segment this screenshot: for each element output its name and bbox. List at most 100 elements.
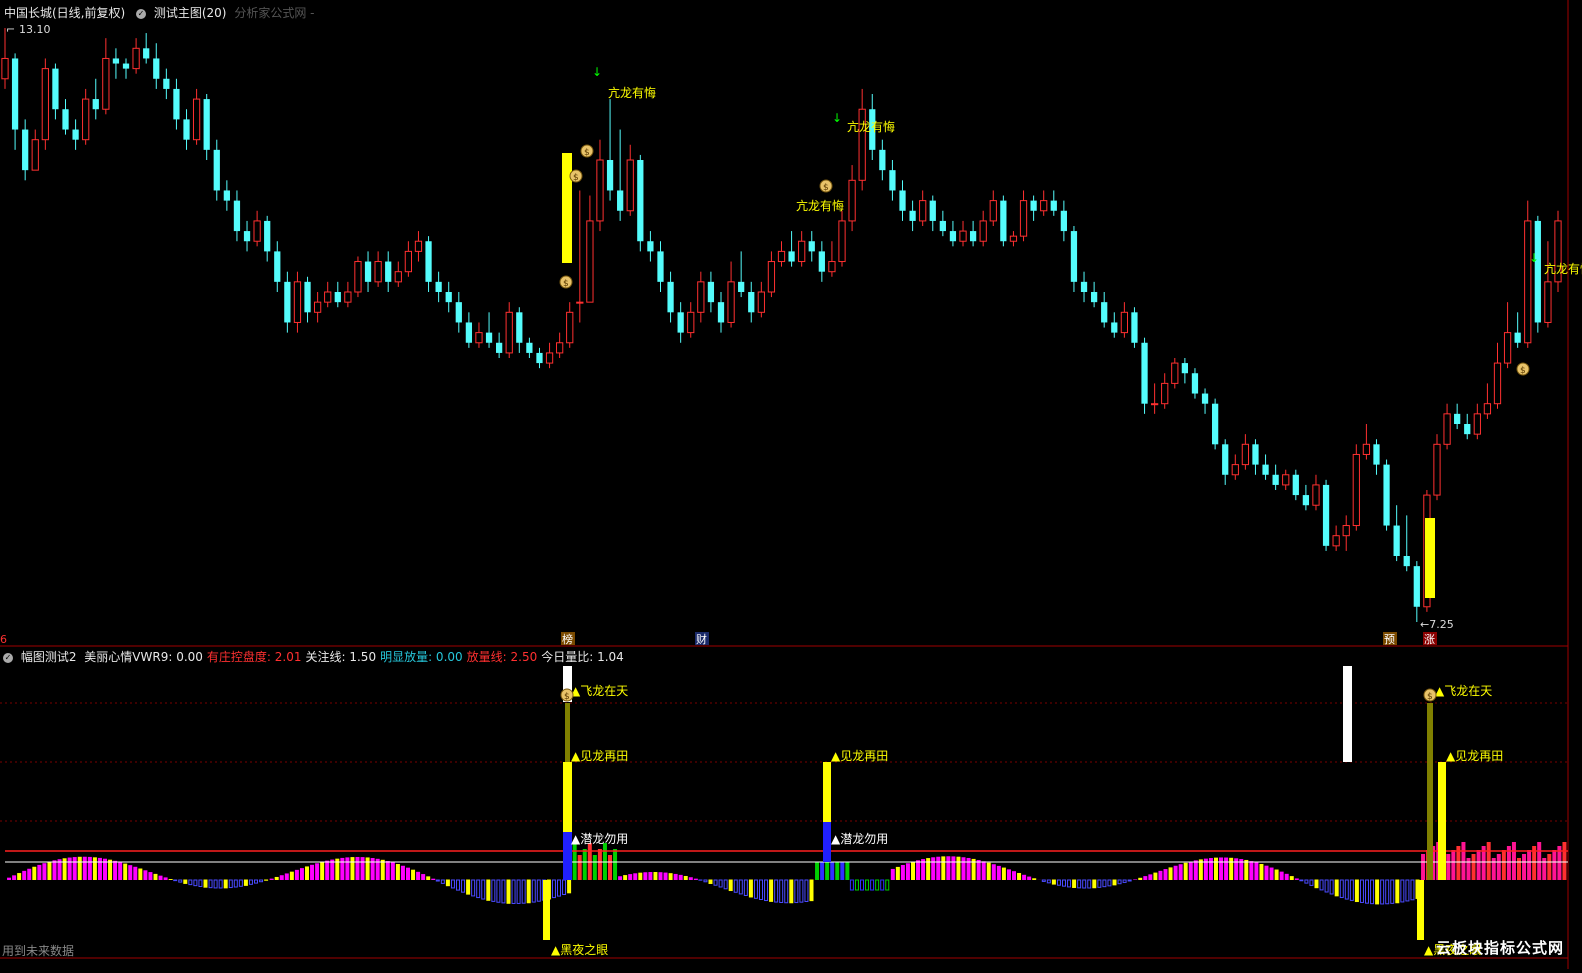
histogram-bar — [199, 880, 202, 886]
candle-body — [1252, 444, 1258, 464]
histogram-bar — [401, 866, 405, 880]
histogram-bar — [477, 880, 480, 898]
histogram-bar — [674, 874, 678, 880]
money-bag-glyph: $ — [573, 173, 579, 183]
candle-body — [990, 201, 996, 221]
histogram-bar — [310, 865, 314, 880]
histogram-bar — [123, 864, 127, 880]
histogram-bar — [527, 880, 530, 903]
candle-body — [1454, 414, 1460, 424]
candle-body — [355, 262, 361, 292]
money-bag-glyph: $ — [563, 279, 569, 289]
candle-body — [224, 190, 230, 200]
candle-body — [1262, 465, 1268, 475]
candle-body — [1444, 414, 1450, 444]
symbol-title[interactable]: 中国长城(日线,前复权) — [4, 6, 125, 20]
low-price-label: ←7.25 — [1420, 618, 1454, 631]
candle-body — [476, 333, 482, 343]
histogram-bar — [653, 872, 657, 880]
candle-body — [93, 99, 99, 109]
histogram-bar — [381, 860, 385, 880]
histogram-bar — [270, 879, 274, 880]
histogram-bar — [305, 866, 309, 880]
histogram-bar — [300, 868, 304, 880]
histogram-bar — [1254, 862, 1258, 880]
histogram-bar — [1088, 880, 1091, 888]
histogram-bar — [517, 880, 520, 903]
candle-body — [103, 58, 109, 109]
candle-body — [133, 48, 139, 68]
candle-body — [1484, 404, 1490, 414]
candle-body — [375, 262, 381, 282]
histogram-bar — [638, 873, 642, 880]
candle-body — [415, 241, 421, 251]
histogram-bar — [179, 880, 182, 882]
highlight-bars — [562, 153, 1435, 598]
sub-header-item: 美丽心情VWR9: 0.00 — [84, 650, 203, 664]
histogram-bar — [659, 872, 663, 880]
histogram-bar — [290, 872, 294, 880]
candle-body — [385, 262, 391, 282]
candle-body — [1343, 526, 1349, 536]
candle-body — [1212, 404, 1218, 445]
histogram-bar — [345, 857, 349, 880]
signal-text-kanglong: 亢龙有悔 — [796, 198, 844, 213]
histogram-bar — [1093, 880, 1096, 888]
candle-body — [425, 241, 431, 282]
histogram-bar — [1295, 878, 1299, 880]
candle-body — [52, 69, 58, 110]
indicator-title[interactable]: 测试主图(20) — [154, 6, 227, 20]
candle-body — [748, 292, 754, 312]
histogram-bar — [552, 880, 555, 898]
candle-series[interactable] — [2, 28, 1561, 622]
histogram-bar — [911, 862, 915, 880]
candle-body — [62, 109, 68, 129]
histogram-bar — [1467, 858, 1471, 880]
histogram-bar — [850, 880, 853, 890]
candle-body — [1141, 343, 1147, 404]
histogram-bar — [709, 880, 712, 883]
settings-icon[interactable]: ✓ — [136, 9, 146, 19]
histogram-bar — [138, 869, 142, 880]
sub-header-item: 关注线: 1.50 — [306, 650, 377, 664]
candle-body — [32, 140, 38, 170]
candle-body — [1504, 333, 1510, 363]
edge-badge: 6 — [0, 633, 7, 646]
histogram-bar — [1007, 869, 1011, 880]
histogram-bar — [1285, 874, 1289, 880]
histogram-bar — [340, 858, 344, 880]
histogram-bar — [1219, 857, 1223, 880]
histogram-bar — [1224, 858, 1228, 880]
signal-text-jianlong: ▲见龙再田 — [571, 749, 628, 763]
histogram-bar — [866, 880, 869, 890]
candle-body — [456, 302, 462, 322]
histogram-bar — [1068, 880, 1071, 887]
histogram-bar — [1537, 842, 1541, 880]
candle-body — [546, 353, 552, 363]
candle-body — [1091, 292, 1097, 302]
histogram-bar — [704, 880, 707, 882]
histogram-bar — [724, 880, 727, 889]
candle-body — [1313, 485, 1319, 505]
candle-body — [234, 201, 240, 231]
candle-body — [1151, 404, 1157, 405]
histogram-bar — [1123, 880, 1126, 882]
histogram-bar — [1174, 866, 1178, 880]
signal-column — [1417, 880, 1424, 940]
sub-indicator-name[interactable]: 幅图测试2 — [21, 650, 77, 664]
histogram-bar — [941, 856, 945, 880]
histogram-bar — [88, 857, 92, 880]
histogram-bar — [431, 879, 435, 880]
histogram-bar — [487, 880, 490, 900]
candle-body — [1010, 236, 1016, 241]
histogram-bar — [962, 857, 966, 880]
signal-overlay: ⌐13.10←7.256榜财预涨亢龙有悔亢龙有悔亢龙有悔亢龙有悔↓↓↓$$$$$… — [0, 23, 1582, 957]
histogram-bar — [451, 880, 454, 888]
chart-canvas[interactable]: ⌐13.10←7.256榜财预涨亢龙有悔亢龙有悔亢龙有悔亢龙有悔↓↓↓$$$$$… — [0, 0, 1582, 969]
histogram-bar — [457, 880, 460, 890]
histogram-bar — [956, 857, 960, 880]
settings-icon[interactable]: ✓ — [3, 653, 13, 663]
candle-body — [698, 282, 704, 312]
candle-body — [950, 231, 956, 241]
highlight-bar — [562, 153, 572, 263]
